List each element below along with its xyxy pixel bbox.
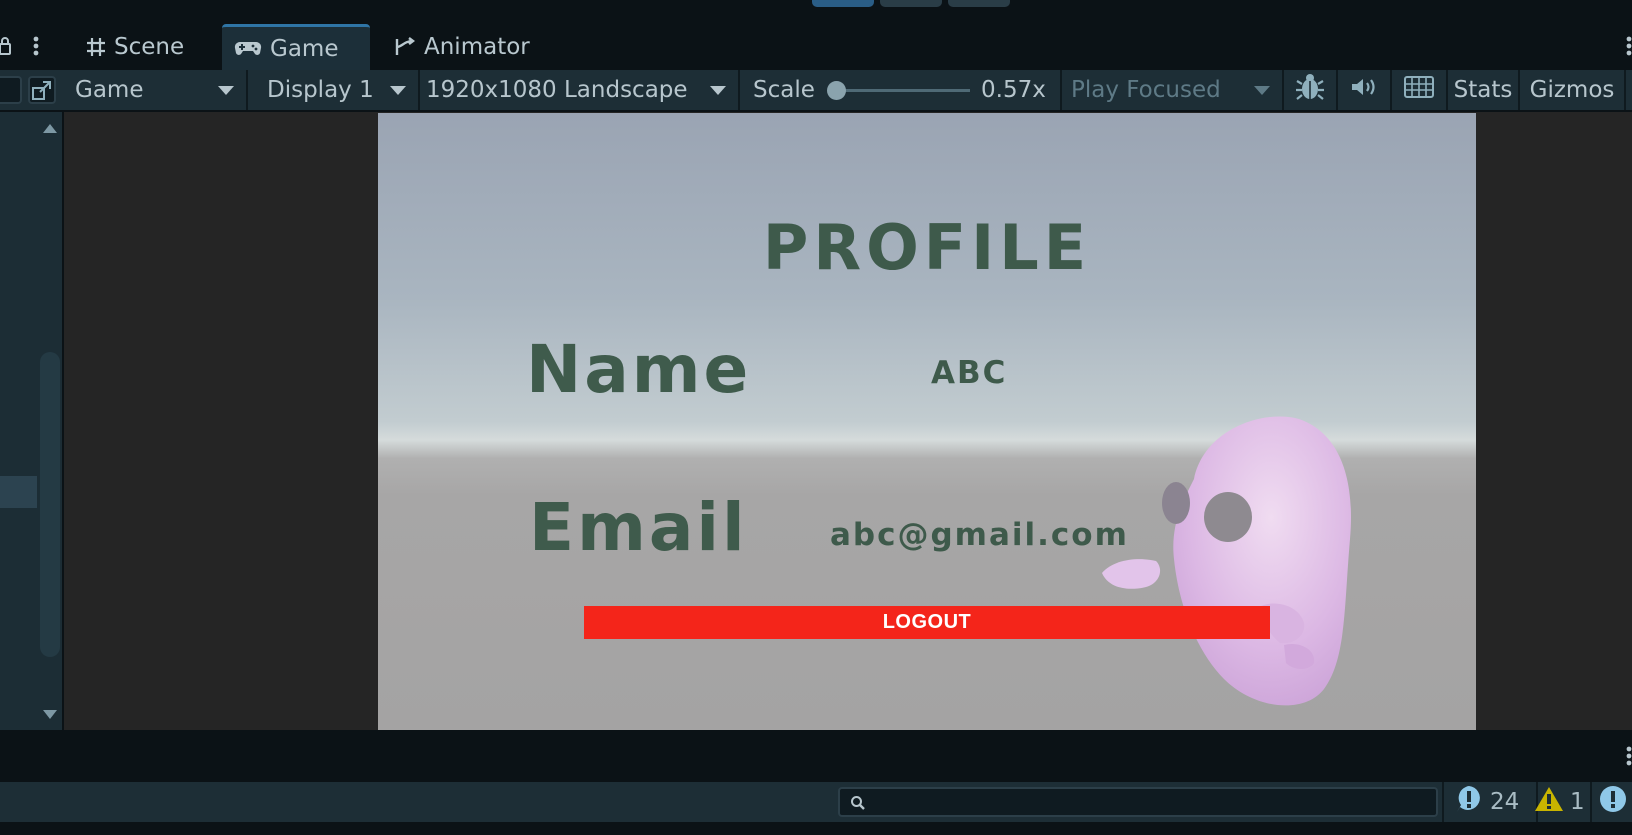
play-mode-select[interactable]: Play Focused [1062,70,1284,110]
top-strip [0,0,1632,22]
scale-label: Scale [753,77,815,103]
game-viewport[interactable]: PROFILE Name ABC Email abc@gmail.com LOG… [64,112,1632,730]
lock-icon[interactable] [0,36,12,60]
warning-count: 1 [1570,789,1585,815]
game-canvas[interactable]: PROFILE Name ABC Email abc@gmail.com LOG… [378,113,1476,730]
ghost-character [1094,409,1374,719]
left-field[interactable] [0,76,22,104]
divider [1590,782,1592,822]
resolution-select-label: 1920x1080 Landscape [426,77,688,103]
display-select-label: Display 1 [267,77,374,103]
chevron-down-icon [218,86,234,95]
gizmos-button[interactable]: Gizmos [1520,70,1626,110]
hierarchy-panel [0,112,64,730]
selected-row[interactable] [0,476,37,508]
name-label: Name [526,331,752,408]
tab-scene[interactable]: Scene [74,24,204,70]
audio-toggle[interactable] [1338,70,1392,110]
status-bar [0,822,1632,835]
resolution-select[interactable]: 1920x1080 Landscape [420,70,740,110]
animator-icon [394,37,416,57]
warning-count-badge[interactable]: 1 [1534,785,1585,819]
gamepad-icon [234,40,262,58]
error-count-badge[interactable] [1598,785,1628,819]
chevron-down-icon [710,86,726,95]
stats-button[interactable]: Stats [1448,70,1520,110]
debug-toggle[interactable] [1284,70,1338,110]
tab-label: Scene [114,34,185,60]
pause-button[interactable] [880,0,942,7]
keyboard-icon [1404,76,1434,104]
scrollbar-thumb[interactable] [40,352,60,657]
speaker-icon [1350,76,1378,104]
scroll-up-icon[interactable] [43,124,57,133]
scroll-down-icon[interactable] [43,710,57,719]
profile-title: PROFILE [762,211,1092,284]
info-count-badge[interactable]: 24 [1454,785,1519,819]
error-icon [1598,784,1628,820]
tab-label: Game [270,35,339,62]
tab-game[interactable]: Game [222,24,370,70]
scale-slider-track[interactable] [836,89,970,92]
view-select[interactable]: Game [66,70,248,110]
more-options-icon[interactable] [1626,746,1632,770]
warning-icon [1534,785,1564,819]
step-button[interactable] [948,0,1010,7]
logout-button[interactable]: LOGOUT [584,606,1270,639]
more-options-icon[interactable] [1626,36,1632,60]
console-header [0,730,1632,782]
console-search-input[interactable] [838,787,1438,817]
info-count: 24 [1490,789,1520,815]
divider [1442,782,1444,822]
display-select[interactable]: Display 1 [248,70,420,110]
grid-icon [86,37,106,57]
maximize-icon[interactable] [28,76,56,108]
scale-slider-handle[interactable] [827,81,846,100]
view-select-label: Game [75,77,144,103]
tab-label: Animator [424,34,530,60]
gizmos-label: Gizmos [1529,77,1615,103]
scale-control: Scale 0.57x [740,70,1062,110]
tab-bar: Scene Game Animator [0,22,1632,70]
more-options-icon[interactable] [33,36,39,60]
search-icon [850,795,866,815]
chevron-down-icon [1254,86,1270,95]
play-mode-label: Play Focused [1071,77,1221,103]
email-value: abc@gmail.com [830,517,1129,553]
game-toolbar: Game Display 1 1920x1080 Landscape Scale… [0,70,1632,112]
keyboard-toggle[interactable] [1392,70,1448,110]
bug-icon [1295,72,1325,108]
email-label: Email [529,489,748,566]
stats-label: Stats [1453,77,1513,103]
tab-animator[interactable]: Animator [382,24,552,70]
console-toolbar: 24 1 [0,782,1632,822]
unity-editor: Scene Game Animator Game Display 1 1920x… [0,0,1632,835]
info-icon [1454,784,1484,820]
chevron-down-icon [390,86,406,95]
name-value: ABC [931,355,1008,391]
scale-value: 0.57x [981,77,1046,103]
play-button[interactable] [812,0,874,7]
